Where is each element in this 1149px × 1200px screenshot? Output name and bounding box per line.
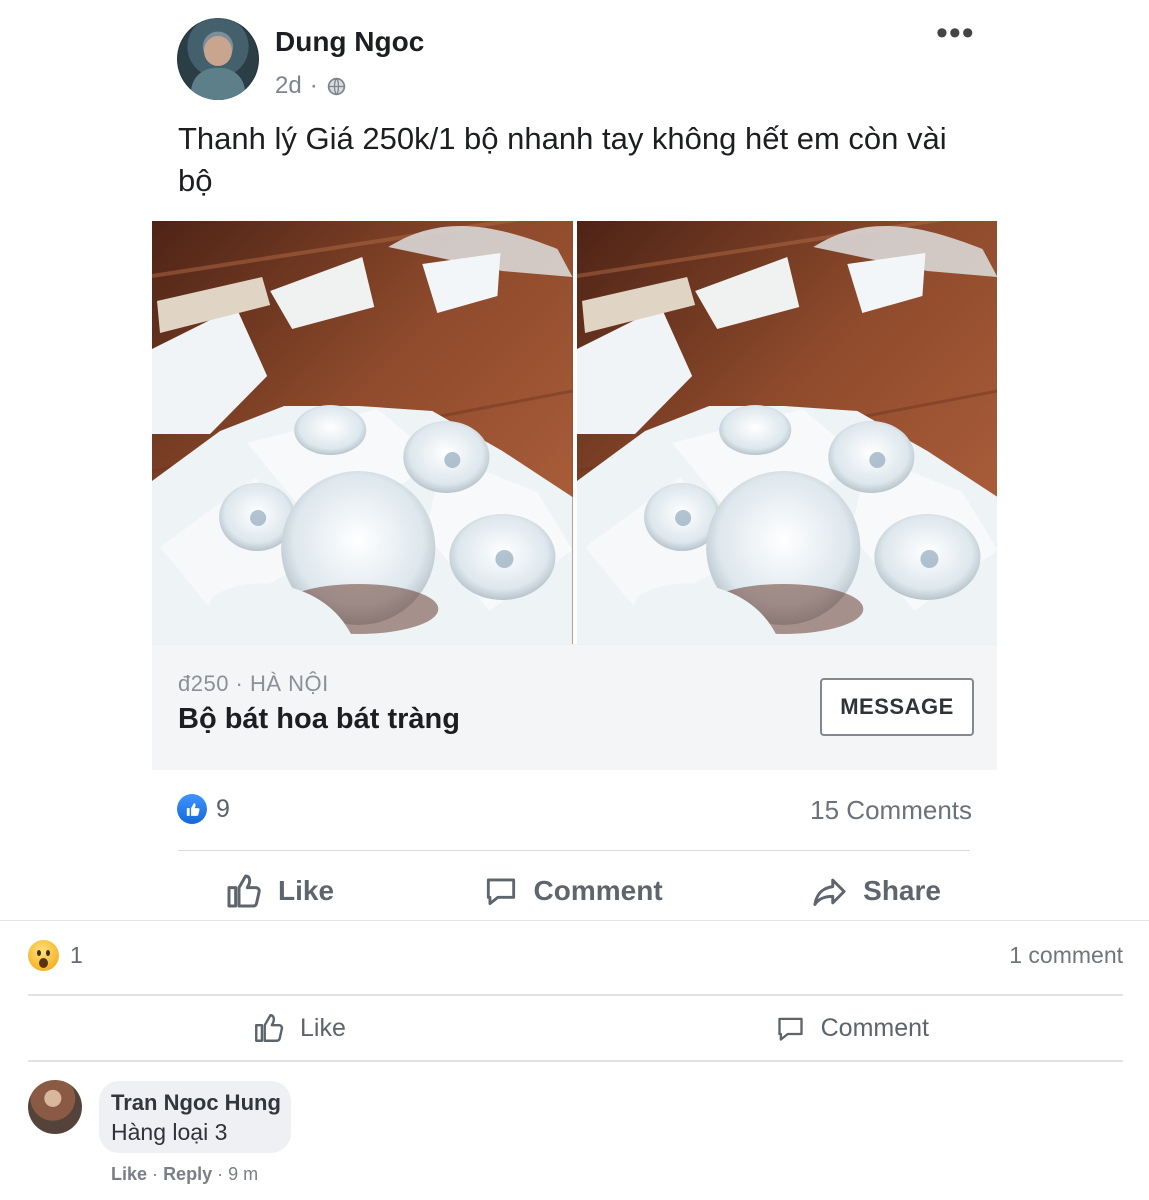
- author-avatar[interactable]: [177, 18, 259, 100]
- product-photo-grid[interactable]: [152, 221, 997, 644]
- comment-icon: [777, 1017, 803, 1041]
- post-engagement-summary: 9 15 Comments: [152, 794, 997, 834]
- comment-label: Comment: [533, 875, 663, 906]
- avatar-face-shape: [204, 36, 232, 66]
- wow-reaction-icon: [28, 940, 59, 971]
- like-count: 9: [216, 794, 230, 823]
- post-comment-section-divider: [0, 920, 1149, 921]
- share-label: Share: [863, 875, 941, 906]
- share-button[interactable]: Share: [810, 863, 941, 919]
- product-photo-right[interactable]: [576, 221, 997, 644]
- meta-separator: ·: [309, 72, 318, 99]
- comment-reply-link[interactable]: Reply: [163, 1164, 212, 1184]
- globe-icon[interactable]: [326, 76, 347, 97]
- thumbs-up-icon: [255, 1014, 284, 1042]
- wow-reaction-mouth: [39, 958, 48, 968]
- comment-section-comment-label: Comment: [820, 1013, 929, 1042]
- comment-button[interactable]: Comment: [482, 863, 663, 919]
- listing-title[interactable]: Bộ bát hoa bát tràng: [178, 703, 460, 736]
- comment-section-comment-button[interactable]: Comment: [774, 1012, 929, 1045]
- like-reaction-icon: [177, 794, 207, 824]
- comment-section-summary: 1 1 comment: [28, 940, 1123, 971]
- reaction-summary[interactable]: 1: [28, 940, 83, 971]
- comment-bubble: Tran Ngoc Hung Hàng loại 3: [99, 1081, 291, 1153]
- commenter-avatar[interactable]: [28, 1080, 82, 1134]
- comment-meta-separator: ·: [152, 1164, 159, 1184]
- post-author-name[interactable]: Dung Ngoc: [275, 26, 424, 58]
- comment-section-like-button[interactable]: Like: [252, 1011, 346, 1045]
- share-icon: [813, 878, 846, 906]
- avatar-body-shape: [191, 68, 245, 100]
- post-action-divider: [178, 850, 970, 851]
- comment-text: Hàng loại 3: [111, 1119, 228, 1145]
- comments-count-link[interactable]: 15 Comments: [810, 795, 972, 826]
- listing-price-location: đ250 · HÀ NỘI: [178, 671, 329, 696]
- like-summary[interactable]: 9: [177, 794, 230, 824]
- like-label: Like: [278, 875, 335, 906]
- comment-section-like-label: Like: [300, 1013, 346, 1042]
- comment-actions-meta: Like · Reply · 9 m: [111, 1164, 258, 1185]
- comment-icon: [486, 878, 515, 906]
- like-button[interactable]: Like: [224, 863, 334, 919]
- post-action-bar: Like Comment Share: [152, 863, 997, 919]
- comment-meta-separator-second: ·: [217, 1164, 224, 1184]
- post-timestamp[interactable]: 2d: [275, 72, 302, 100]
- comment-like-link[interactable]: Like: [111, 1164, 147, 1184]
- message-button[interactable]: MESSAGE: [820, 678, 974, 736]
- thumbs-up-icon: [227, 874, 261, 908]
- comment-section-action-bar: Like Comment: [28, 994, 1123, 1062]
- reaction-count: 1: [70, 942, 83, 968]
- marketplace-listing-card[interactable]: đ250 · HÀ NỘI Bộ bát hoa bát tràng MESSA…: [152, 644, 997, 770]
- post-meta: 2d ·: [275, 72, 347, 100]
- product-photo-left[interactable]: [152, 221, 573, 644]
- commenter-name[interactable]: Tran Ngoc Hung: [111, 1090, 281, 1116]
- post-message: Thanh lý Giá 250k/1 bộ nhanh tay không h…: [178, 121, 947, 198]
- marketplace-post: Dung Ngoc 2d · ••• Thanh lý Giá 250k/1 b…: [152, 14, 997, 919]
- more-options-icon[interactable]: •••: [936, 16, 974, 59]
- comment-time: 9 m: [228, 1164, 259, 1184]
- comment-count-link[interactable]: 1 comment: [1009, 942, 1123, 969]
